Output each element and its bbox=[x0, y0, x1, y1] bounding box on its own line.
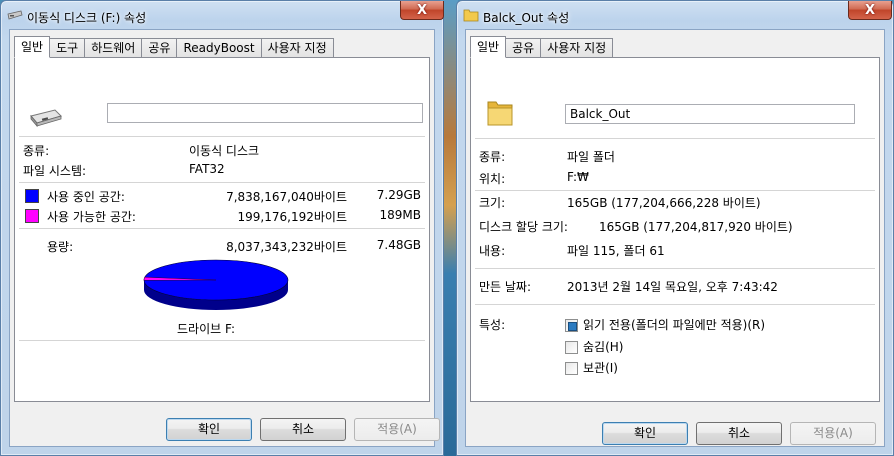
capacity-label: 용량: bbox=[47, 240, 74, 254]
dialog-client: 일반 도구 하드웨어 공유 ReadyBoost 사용자 지정 종류: 이동식 … bbox=[9, 29, 440, 447]
disk-size-value: 165GB (177,204,817,920 바이트) bbox=[599, 220, 793, 234]
ok-button[interactable]: 확인 bbox=[166, 418, 252, 441]
apply-button[interactable]: 적용(A) bbox=[354, 418, 440, 441]
divider bbox=[19, 228, 425, 229]
readonly-label[interactable]: 읽기 전용(폴더의 파일에만 적용)(R) bbox=[583, 316, 765, 333]
used-space-size: 7.29GB bbox=[376, 188, 421, 202]
capacity-size: 7.48GB bbox=[376, 238, 421, 252]
tab-strip: 일반 도구 하드웨어 공유 ReadyBoost 사용자 지정 bbox=[14, 36, 334, 58]
tab-tools[interactable]: 도구 bbox=[49, 38, 86, 58]
filesystem-label: 파일 시스템: bbox=[23, 164, 87, 178]
dialog-client: 일반 공유 사용자 지정 Balck_Out 종류: 파일 폴더 위치: F:₩… bbox=[465, 29, 885, 447]
tab-general[interactable]: 일반 bbox=[14, 36, 51, 58]
disk-size-label: 디스크 할당 크기: bbox=[479, 220, 568, 234]
archive-label[interactable]: 보관(I) bbox=[583, 359, 618, 376]
tab-readyboost[interactable]: ReadyBoost bbox=[176, 38, 262, 58]
free-space-label: 사용 가능한 공간: bbox=[47, 210, 136, 224]
created-value: 2013년 2월 14일 목요일, 오후 7:43:42 bbox=[567, 280, 778, 294]
window-title: 이동식 디스크 (F:) 속성 bbox=[27, 11, 147, 25]
folder-icon bbox=[463, 9, 479, 22]
close-button[interactable]: X bbox=[400, 1, 444, 20]
tab-customize[interactable]: 사용자 지정 bbox=[260, 38, 334, 58]
title-bar[interactable]: 이동식 디스크 (F:) 속성 X bbox=[1, 1, 444, 29]
divider bbox=[19, 136, 425, 137]
type-value: 파일 폴더 bbox=[567, 150, 615, 164]
contains-value: 파일 115, 폴더 61 bbox=[567, 244, 665, 258]
location-value: F:₩ bbox=[567, 170, 589, 184]
close-icon: X bbox=[416, 2, 428, 18]
drive-label-input[interactable] bbox=[107, 103, 423, 123]
size-value: 165GB (177,204,666,228 바이트) bbox=[567, 196, 761, 210]
divider bbox=[19, 340, 425, 341]
type-label: 종류: bbox=[479, 150, 506, 164]
tab-strip: 일반 공유 사용자 지정 bbox=[470, 36, 614, 58]
drive-caption: 드라이브 F: bbox=[177, 322, 235, 336]
cancel-button[interactable]: 취소 bbox=[696, 422, 782, 445]
capacity-bytes: 8,037,343,232바이트 bbox=[226, 240, 347, 254]
readonly-checkbox[interactable] bbox=[565, 319, 578, 332]
folder-name-input[interactable]: Balck_Out bbox=[565, 104, 855, 124]
folder-properties-window: Balck_Out 속성 X 일반 공유 사용자 지정 Balck_Out 종류… bbox=[456, 0, 894, 456]
hidden-label[interactable]: 숨김(H) bbox=[583, 338, 623, 355]
size-label: 크기: bbox=[479, 196, 506, 210]
tab-sharing[interactable]: 공유 bbox=[505, 38, 542, 58]
divider bbox=[475, 138, 875, 139]
folder-icon bbox=[487, 101, 513, 126]
type-value: 이동식 디스크 bbox=[189, 144, 260, 158]
apply-button[interactable]: 적용(A) bbox=[790, 422, 876, 445]
divider bbox=[475, 268, 875, 269]
free-space-swatch bbox=[25, 209, 39, 223]
free-space-bytes: 199,176,192바이트 bbox=[237, 210, 347, 224]
divider bbox=[19, 182, 425, 183]
general-panel: Balck_Out 종류: 파일 폴더 위치: F:₩ 크기: 165GB (1… bbox=[470, 57, 880, 402]
general-panel: 종류: 이동식 디스크 파일 시스템: FAT32 사용 중인 공간: 7,83… bbox=[14, 57, 430, 402]
ok-button[interactable]: 확인 bbox=[602, 422, 688, 445]
used-space-label: 사용 중인 공간: bbox=[47, 190, 125, 204]
window-title: Balck_Out 속성 bbox=[483, 11, 570, 25]
divider bbox=[475, 190, 875, 191]
drive-properties-window: 이동식 디스크 (F:) 속성 X 일반 도구 하드웨어 공유 ReadyBoo… bbox=[0, 0, 444, 456]
used-space-bytes: 7,838,167,040바이트 bbox=[226, 190, 347, 204]
tab-customize[interactable]: 사용자 지정 bbox=[540, 38, 614, 58]
title-bar[interactable]: Balck_Out 속성 X bbox=[457, 1, 893, 29]
hidden-checkbox[interactable] bbox=[565, 341, 578, 354]
close-icon: X bbox=[864, 2, 876, 18]
used-space-swatch bbox=[25, 189, 39, 203]
created-label: 만든 날짜: bbox=[479, 280, 532, 294]
cancel-button[interactable]: 취소 bbox=[260, 418, 346, 441]
close-button[interactable]: X bbox=[848, 1, 892, 20]
free-space-size: 189MB bbox=[379, 208, 422, 222]
archive-checkbox[interactable] bbox=[565, 362, 578, 375]
attributes-label: 특성: bbox=[479, 318, 506, 332]
filesystem-value: FAT32 bbox=[189, 162, 225, 176]
contains-label: 내용: bbox=[479, 244, 506, 258]
removable-drive-icon bbox=[30, 109, 62, 128]
tab-general[interactable]: 일반 bbox=[470, 36, 507, 58]
divider bbox=[475, 304, 875, 305]
disk-usage-pie-chart bbox=[143, 259, 289, 310]
type-label: 종류: bbox=[23, 144, 50, 158]
location-label: 위치: bbox=[479, 172, 506, 186]
removable-drive-icon bbox=[7, 10, 23, 20]
tab-sharing[interactable]: 공유 bbox=[141, 38, 178, 58]
tab-hardware[interactable]: 하드웨어 bbox=[84, 38, 143, 58]
